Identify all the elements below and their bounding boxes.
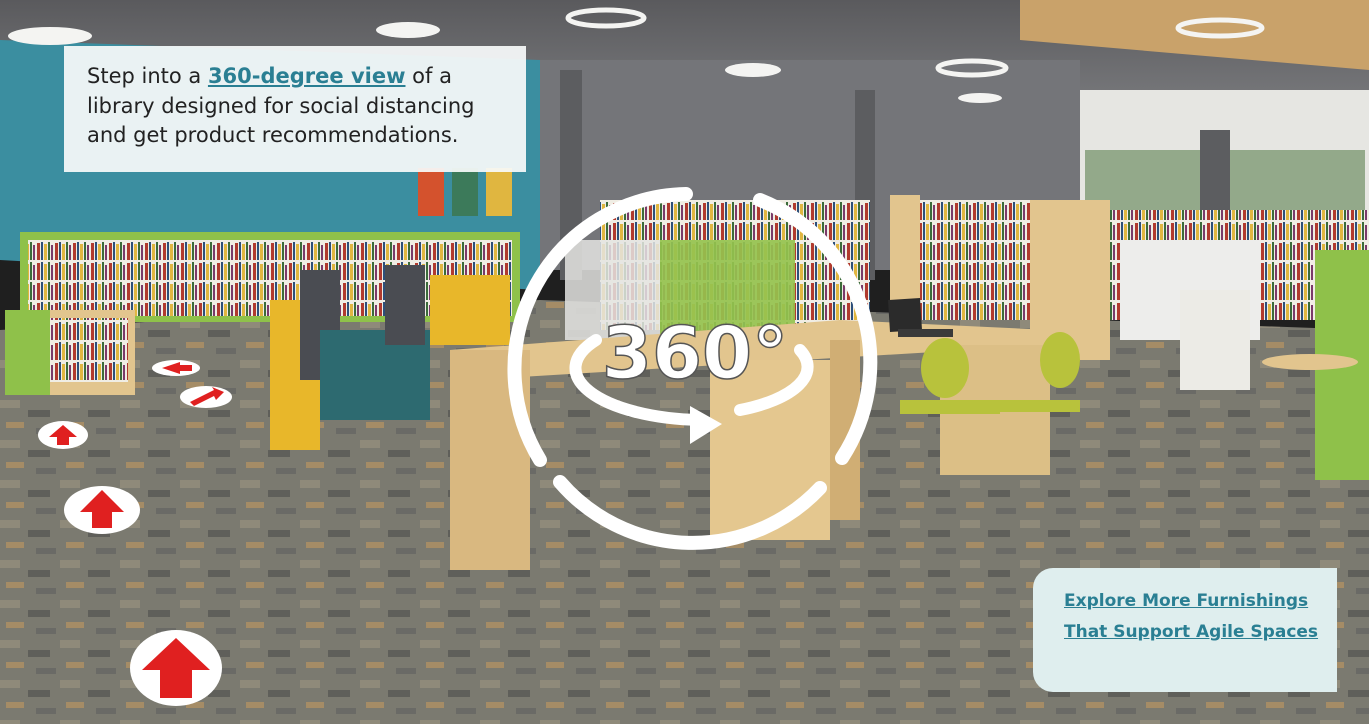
explore-link-line2[interactable]: That Support Agile Spaces bbox=[1064, 617, 1337, 648]
intro-callout: Step into a 360-degree view of a library… bbox=[64, 46, 526, 172]
virtual-tour-panel[interactable]: 360° Step into a 360-degree view of a li… bbox=[0, 0, 1369, 724]
explore-furnishings-panel: Explore More Furnishings That Support Ag… bbox=[1033, 568, 1337, 692]
explore-link-line1[interactable]: Explore More Furnishings bbox=[1064, 586, 1337, 617]
badge-360-label: 360° bbox=[602, 311, 788, 395]
badge-ring-bottom-arc bbox=[553, 475, 827, 550]
badge-rotate-arrowhead bbox=[690, 406, 722, 444]
intro-text-before: Step into a bbox=[87, 64, 208, 88]
360-degree-view-link[interactable]: 360-degree view bbox=[208, 64, 406, 88]
